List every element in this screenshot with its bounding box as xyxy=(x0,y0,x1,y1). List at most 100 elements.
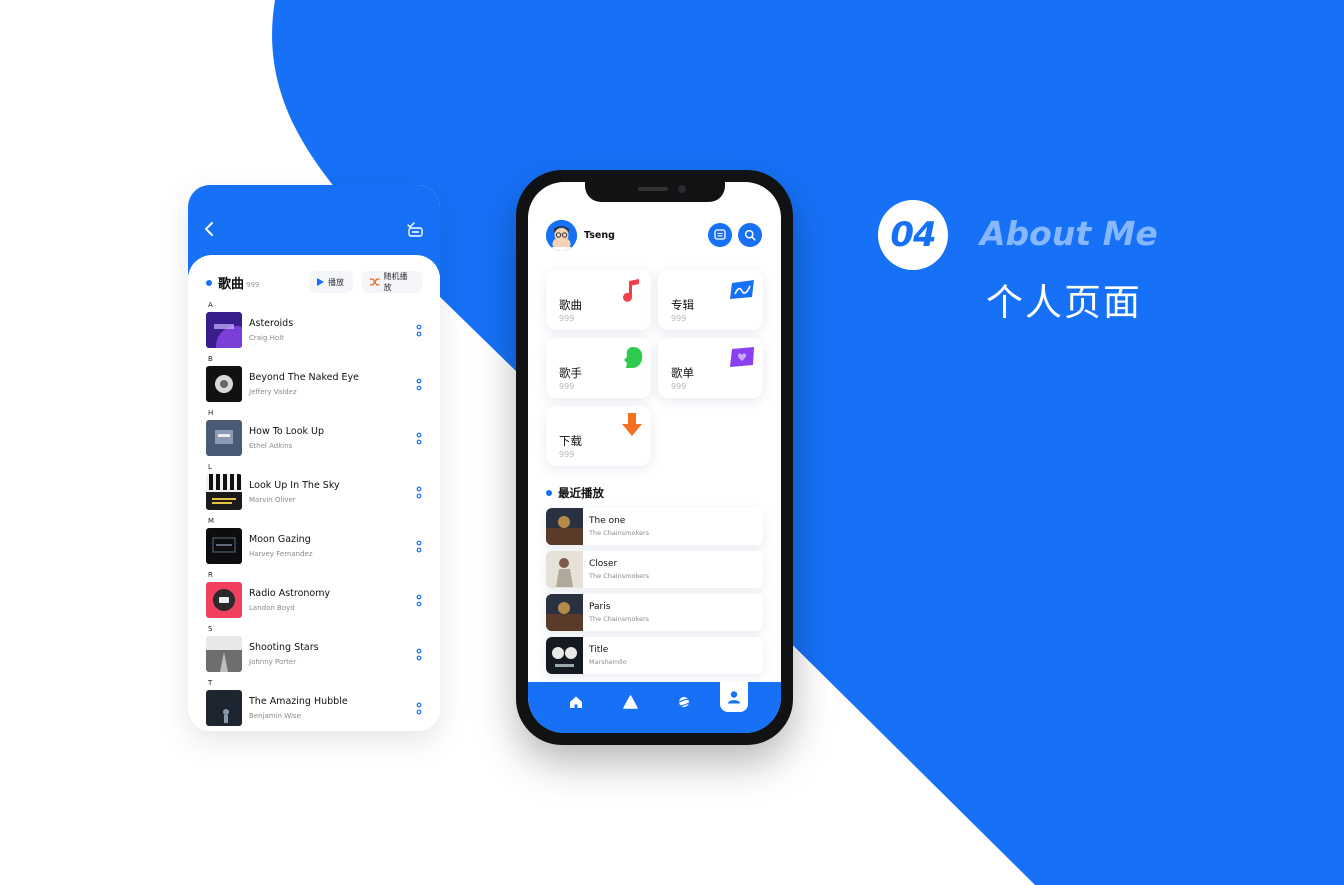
song-artist: Johnny Porter xyxy=(249,658,297,666)
album-cover xyxy=(206,528,242,564)
song-artist: Marvin Oliver xyxy=(249,496,296,504)
song-artist: Landon Boyd xyxy=(249,604,295,612)
song-artist: Craig Holt xyxy=(249,334,284,342)
checklist-edit-icon[interactable] xyxy=(406,221,424,237)
tab-discover[interactable] xyxy=(618,690,642,714)
album-cover xyxy=(546,637,583,674)
play-all-button[interactable]: 播放 xyxy=(309,271,353,293)
song-name: The Amazing Hubble xyxy=(249,696,348,707)
song-name: Look Up In The Sky xyxy=(249,480,340,491)
singer-head-icon xyxy=(624,347,643,368)
category-label: 歌曲 xyxy=(559,298,582,312)
category-label: 歌手 xyxy=(559,366,582,380)
recent-row[interactable]: Paris The Chainsmokers xyxy=(546,594,763,631)
category-label: 专辑 xyxy=(671,298,694,312)
song-artist: Harvey Fernandez xyxy=(249,550,313,558)
album-cover xyxy=(206,690,242,726)
home-icon xyxy=(570,696,582,708)
recent-row[interactable]: The one The Chainsmokers xyxy=(546,508,763,545)
songs-title: 歌曲 xyxy=(218,277,245,292)
song-name: Paris xyxy=(589,602,611,612)
song-name: Asteroids xyxy=(249,318,294,329)
more-options-icon[interactable] xyxy=(416,432,422,446)
phone-notch xyxy=(585,182,725,202)
songs-screen: 歌曲 999 播放 随机播放 A Asteroids Craig Holt B xyxy=(188,185,440,731)
message-button[interactable] xyxy=(708,223,732,247)
song-row[interactable]: The Amazing Hubble Benjamin Wise xyxy=(206,690,424,728)
user-name: Tseng xyxy=(584,230,615,241)
album-cover xyxy=(206,312,242,348)
notch-camera xyxy=(678,185,686,193)
profile-screen: Tseng 歌曲 999 专辑 999 歌手 999 歌单 999 下载 999… xyxy=(528,182,781,733)
more-options-icon[interactable] xyxy=(416,702,422,716)
song-artist: The Chainsmokers xyxy=(589,615,650,623)
song-row[interactable]: Shooting Stars Johnny Porter xyxy=(206,636,424,674)
more-options-icon[interactable] xyxy=(416,324,422,338)
song-artist: Marshemllo xyxy=(589,658,627,666)
album-card-icon xyxy=(730,280,754,299)
song-name: Radio Astronomy xyxy=(249,588,331,599)
music-note-icon xyxy=(623,279,639,302)
index-letter: S xyxy=(208,625,213,633)
category-count: 999 xyxy=(671,382,687,391)
album-cover xyxy=(546,508,583,545)
more-options-icon[interactable] xyxy=(416,594,422,608)
category-label: 歌单 xyxy=(671,366,694,380)
song-row[interactable]: Beyond The Naked Eye Jeffery Valdez xyxy=(206,366,424,404)
category-card-songs[interactable]: 歌曲 999 xyxy=(546,270,651,330)
album-cover xyxy=(206,474,242,510)
recent-row[interactable]: Title Marshemllo xyxy=(546,637,763,674)
category-card-singers[interactable]: 歌手 999 xyxy=(546,338,651,398)
section-dot xyxy=(546,490,552,496)
tab-home[interactable] xyxy=(564,690,588,714)
song-row[interactable]: Asteroids Craig Holt xyxy=(206,312,424,350)
planet-icon xyxy=(676,697,692,707)
song-artist: The Chainsmokers xyxy=(589,572,650,580)
song-row[interactable]: How To Look Up Ethel Adkins xyxy=(206,420,424,458)
section-number-badge: 04 xyxy=(878,200,948,270)
play-icon xyxy=(317,278,324,286)
heading-english: About Me xyxy=(980,214,1158,253)
playlist-heart-icon xyxy=(730,347,754,367)
song-row[interactable]: Moon Gazing Harvey Fernandez xyxy=(206,528,424,566)
song-row[interactable]: Radio Astronomy Landon Boyd xyxy=(206,582,424,620)
songs-count: 999 xyxy=(246,281,260,289)
more-options-icon[interactable] xyxy=(416,378,422,392)
song-artist: Benjamin Wise xyxy=(249,712,301,720)
album-cover xyxy=(206,366,242,402)
album-cover xyxy=(546,594,583,631)
category-card-downloads[interactable]: 下载 999 xyxy=(546,406,651,466)
notch-speaker xyxy=(638,187,668,191)
song-name: Beyond The Naked Eye xyxy=(249,372,360,383)
more-options-icon[interactable] xyxy=(416,540,422,554)
presentation-canvas: 歌曲 999 播放 随机播放 A Asteroids Craig Holt B xyxy=(0,0,1344,885)
index-letter: M xyxy=(208,517,215,525)
more-options-icon[interactable] xyxy=(416,648,422,662)
shuffle-button[interactable]: 随机播放 xyxy=(362,271,422,293)
album-cover xyxy=(206,636,242,672)
tab-profile[interactable] xyxy=(720,682,748,712)
tab-planet[interactable] xyxy=(672,690,696,714)
category-label: 下载 xyxy=(559,434,582,448)
song-row[interactable]: Look Up In The Sky Marvin Oliver xyxy=(206,474,424,512)
song-artist: Ethel Adkins xyxy=(249,442,293,450)
category-card-playlists[interactable]: 歌单 999 xyxy=(658,338,763,398)
discover-icon xyxy=(622,695,638,709)
song-artist: The Chainsmokers xyxy=(589,529,650,537)
avatar[interactable] xyxy=(546,220,577,251)
phone-mockup: Tseng 歌曲 999 专辑 999 歌手 999 歌单 999 下载 999… xyxy=(516,170,793,745)
song-name: How To Look Up xyxy=(249,426,325,437)
message-icon xyxy=(714,229,726,240)
recent-row[interactable]: Closer The Chainsmokers xyxy=(546,551,763,588)
index-letter: L xyxy=(208,463,212,471)
section-dot xyxy=(206,280,212,286)
play-label: 播放 xyxy=(328,277,344,287)
chevron-left-icon[interactable] xyxy=(202,221,218,237)
song-name: Closer xyxy=(589,559,618,569)
section-number: 04 xyxy=(890,215,936,255)
more-options-icon[interactable] xyxy=(416,486,422,500)
category-count: 999 xyxy=(559,314,575,323)
search-button[interactable] xyxy=(738,223,762,247)
shuffle-icon xyxy=(370,278,380,286)
category-card-albums[interactable]: 专辑 999 xyxy=(658,270,763,330)
